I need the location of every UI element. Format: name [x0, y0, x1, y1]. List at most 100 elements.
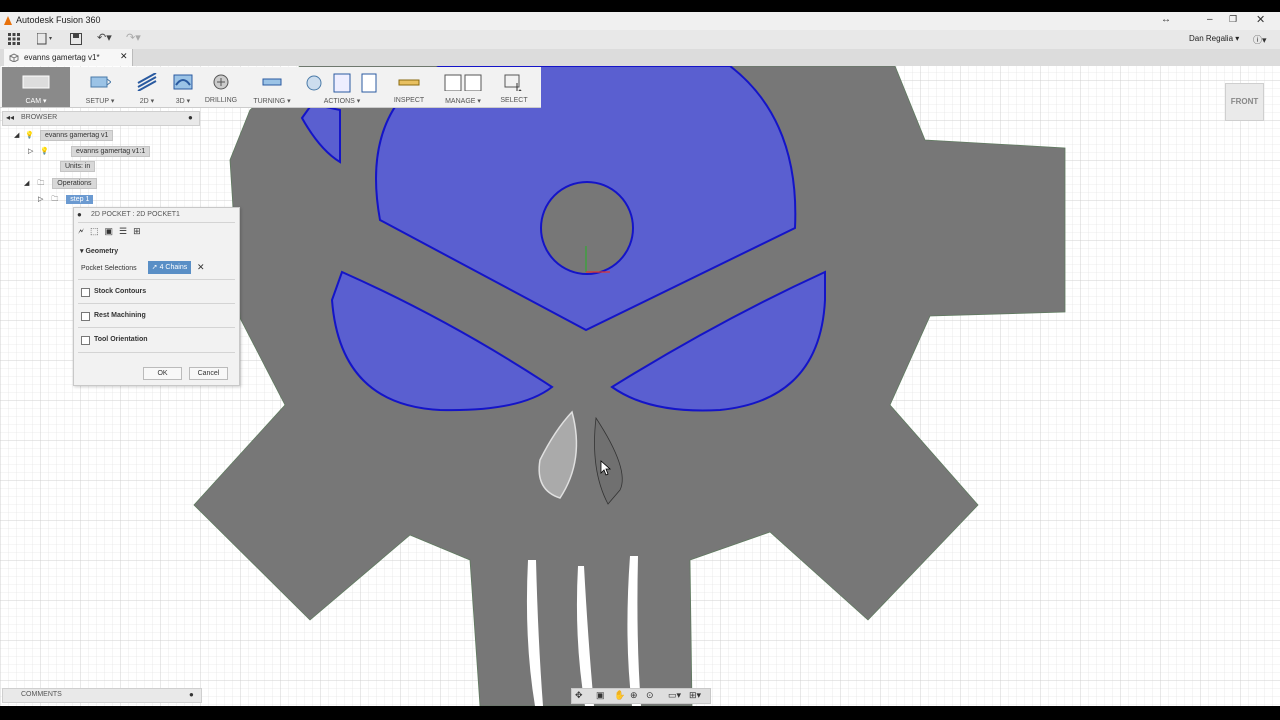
select-button[interactable]: SELECT — [496, 67, 532, 107]
pointer-icon: ➚ — [151, 264, 158, 271]
stock-contours-checkbox[interactable] — [81, 288, 90, 297]
collapse-panel-icon[interactable]: ◂◂ — [6, 113, 14, 122]
heights-tab-icon[interactable]: ▣ — [105, 226, 114, 241]
tree-operations-label: Operations — [52, 178, 97, 189]
rest-machining-checkbox[interactable] — [81, 312, 90, 321]
title-bar: Autodesk Fusion 360 ↔ – ❐ ✕ — [0, 12, 1280, 30]
close-tab-icon[interactable]: ✕ — [120, 51, 128, 62]
folder-icon: 🗀 — [51, 196, 59, 203]
close-window-icon[interactable]: ✕ — [1256, 13, 1265, 26]
cam-toolbar: CAM ▾ SETUP ▾ 2D ▾ 3D ▾ DRILLING TURNING… — [0, 67, 541, 108]
app-title: Autodesk Fusion 360 — [16, 15, 101, 25]
geometry-tab-icon[interactable]: ⬚ — [90, 226, 99, 241]
expand-triangle-icon[interactable]: ▷ — [38, 196, 43, 203]
document-tab-title: evanns gamertag v1* — [24, 53, 100, 62]
undo-icon[interactable]: ↶▾ — [97, 31, 112, 44]
3d-toolpath-icon — [173, 74, 193, 90]
toolbar-label: 3D ▾ — [175, 98, 191, 105]
graphics-canvas[interactable] — [0, 66, 1280, 706]
pocket-selection-button[interactable]: ➚ 4 Chains — [148, 261, 191, 274]
setup-icon — [90, 76, 111, 88]
visibility-bulb-icon[interactable]: 💡 — [25, 132, 34, 139]
comments-panel[interactable]: COMMENTS ● — [2, 688, 202, 703]
tree-setup-row[interactable]: ▷ 🗀 step 1 — [38, 195, 94, 206]
redo-icon[interactable]: ↷▾ — [126, 31, 141, 44]
tool-orientation-checkbox[interactable] — [81, 336, 90, 345]
toolbar-label: CAM ▾ — [25, 98, 47, 105]
workspace-switcher[interactable]: CAM ▾ — [2, 67, 70, 107]
toolbar-label: 2D ▾ — [139, 98, 155, 105]
turning-button[interactable]: TURNING ▾ — [248, 67, 296, 107]
minimize-icon[interactable]: – — [1207, 14, 1213, 25]
file-menu-icon[interactable] — [37, 33, 55, 45]
expand-icon[interactable]: ↔ — [1161, 14, 1171, 25]
comments-pin-icon[interactable]: ● — [189, 690, 194, 699]
zoom-icon[interactable]: ⊕ — [630, 690, 638, 701]
view-cube[interactable]: FRONT — [1225, 83, 1264, 121]
help-icon[interactable]: ⓘ▾ — [1253, 33, 1267, 46]
view-cube-face: FRONT — [1230, 97, 1259, 106]
drilling-button[interactable]: DRILLING — [202, 67, 240, 107]
tool-tab-icon[interactable]: 🗲 — [78, 226, 84, 241]
look-at-icon[interactable]: ▣ — [596, 690, 605, 701]
navigation-bar: ✥ ▣ ✋ ⊕ ⊙ ▭▾ ⊞▾ — [571, 688, 711, 704]
actions-button[interactable]: ACTIONS ▾ — [300, 67, 384, 107]
browser-title: BROWSER — [21, 114, 58, 121]
folder-icon: 🗀 — [37, 180, 45, 187]
inspect-button[interactable]: INSPECT — [390, 67, 428, 107]
geometry-section-header[interactable]: ▾ Geometry — [80, 247, 118, 255]
linking-tab-icon[interactable]: ⊞ — [133, 226, 141, 241]
grid-settings-icon[interactable]: ⊞▾ — [689, 690, 701, 701]
pan-icon[interactable]: ✋ — [614, 690, 625, 701]
pocket-selections-label: Pocket Selections — [81, 265, 137, 272]
document-tab[interactable]: evanns gamertag v1* ✕ — [4, 49, 133, 66]
expand-triangle-icon[interactable]: ◢ — [24, 180, 29, 187]
cancel-button[interactable]: Cancel — [189, 367, 228, 380]
dialog-pin-icon[interactable]: ● — [77, 210, 82, 219]
visibility-bulb-icon[interactable]: 💡 — [40, 148, 49, 155]
setup-button[interactable]: SETUP ▾ — [74, 67, 126, 107]
model-viewport[interactable] — [0, 66, 1280, 706]
toolbar-label: INSPECT — [393, 97, 425, 104]
toolbar-label: TURNING ▾ — [253, 98, 291, 105]
orbit-icon[interactable]: ✥ — [575, 690, 583, 701]
grid-menu-icon[interactable] — [8, 33, 20, 45]
quick-access-bar: ↶▾ ↷▾ Dan Regalia ▾ ⓘ▾ — [0, 30, 1280, 49]
turning-icon — [262, 78, 282, 86]
document-tab-bar — [0, 49, 1280, 66]
geometry-section-label: Geometry — [85, 248, 119, 255]
manage-button[interactable]: MANAGE ▾ — [436, 67, 490, 107]
pin-icon[interactable]: ● — [188, 113, 193, 122]
browser-panel-header[interactable]: ◂◂ BROWSER ● — [2, 111, 200, 126]
toolbar-label: MANAGE ▾ — [445, 98, 481, 105]
3d-button[interactable]: 3D ▾ — [166, 67, 200, 107]
inspect-ruler-icon — [398, 79, 420, 86]
clear-selection-icon[interactable]: ✕ — [197, 262, 205, 273]
tree-component-label: evanns gamertag v1:1 — [71, 146, 151, 157]
save-icon[interactable] — [70, 33, 82, 45]
tree-root-row[interactable]: ◢ 💡 evanns gamertag v1 — [14, 130, 114, 141]
fit-icon[interactable]: ⊙ — [646, 690, 654, 701]
toolbar-label: SELECT — [500, 97, 528, 104]
user-menu[interactable]: Dan Regalia ▾ — [1189, 34, 1239, 43]
passes-tab-icon[interactable]: ☰ — [119, 226, 127, 241]
expand-triangle-icon[interactable]: ▷ — [28, 148, 33, 155]
tree-units-label: Units: in — [60, 161, 96, 172]
toolbar-label: DRILLING — [204, 97, 238, 104]
comments-label: COMMENTS — [21, 691, 62, 698]
tree-setup-label: step 1 — [66, 195, 94, 204]
expand-triangle-icon[interactable]: ◢ — [14, 132, 19, 139]
tree-component-row[interactable]: ▷ 💡 evanns gamertag v1:1 — [28, 146, 151, 157]
toolbar-label: SETUP ▾ — [85, 98, 115, 105]
center-hole — [540, 181, 634, 275]
dialog-title: 2D POCKET : 2D POCKET1 — [91, 211, 180, 218]
display-settings-icon[interactable]: ▭▾ — [668, 690, 681, 701]
bottom-letterbox — [0, 706, 1280, 720]
toolbar-label: ACTIONS ▾ — [323, 98, 361, 105]
2d-button[interactable]: 2D ▾ — [130, 67, 164, 107]
tree-operations-row[interactable]: ◢ 🗀 Operations — [24, 178, 97, 190]
tree-units-row[interactable]: Units: in — [44, 161, 96, 172]
pocket-dialog: ● 2D POCKET : 2D POCKET1 🗲 ⬚ ▣ ☰ ⊞ ▾ Geo… — [73, 207, 240, 386]
restore-icon[interactable]: ❐ — [1229, 14, 1237, 25]
ok-button[interactable]: OK — [143, 367, 182, 380]
